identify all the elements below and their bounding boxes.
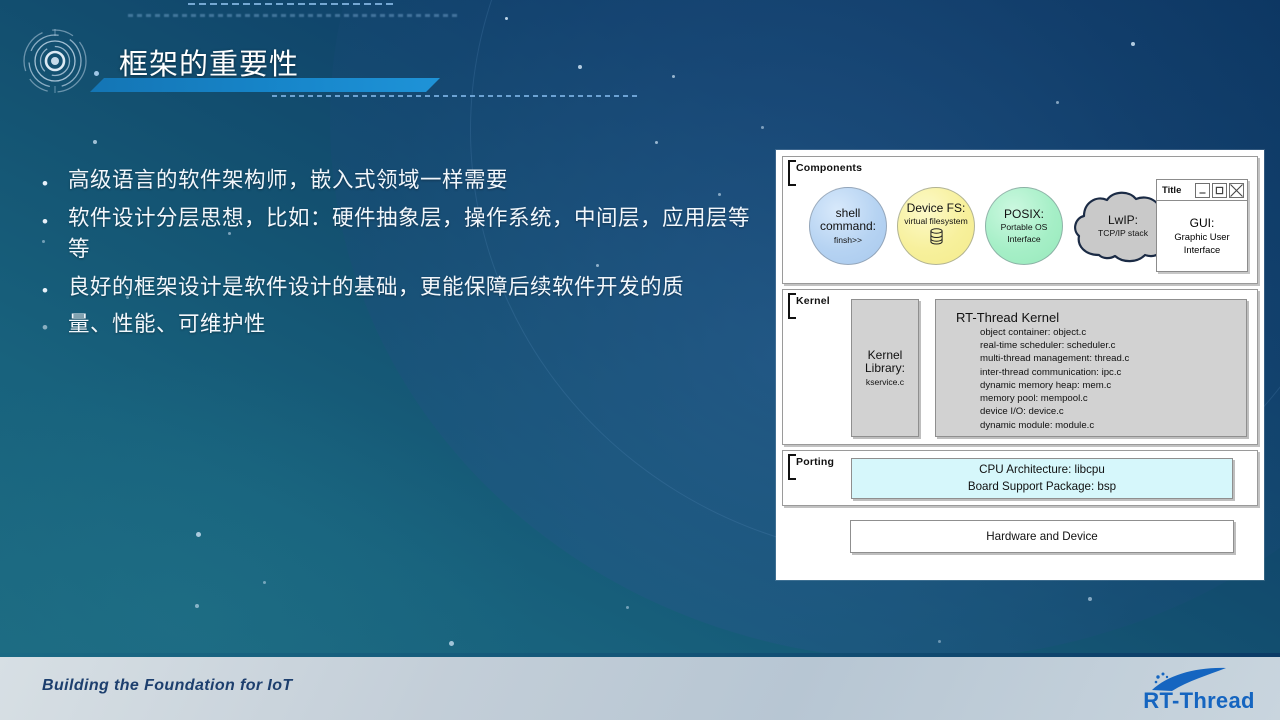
- bullet-list: • 高级语言的软件架构师，嵌入式领域一样需要 • 软件设计分层思想，比如：硬件抽…: [42, 165, 762, 347]
- architecture-diagram: Components shell command: finsh>> Device…: [776, 150, 1264, 580]
- porting-line-1: CPU Architecture: libcpu: [979, 462, 1105, 476]
- kernel-module-item: dynamic module: module.c: [980, 419, 1095, 431]
- components-section-label: Components: [796, 162, 863, 174]
- bullet-text: 良好的框架设计是软件设计的基础，更能保障后续软件开发的质: [68, 274, 685, 299]
- close-icon[interactable]: [1229, 182, 1244, 198]
- gui-window: Title GUI: Graphic User Interface: [1156, 179, 1248, 272]
- component-shell-title-1: shell: [835, 205, 861, 220]
- rt-thread-logo: RT-Thread: [1134, 665, 1264, 713]
- gui-window-title: Title: [1162, 184, 1182, 196]
- footer: Building the Foundation for IoT RT-Threa…: [0, 657, 1280, 720]
- header-accent-dot: [94, 71, 99, 76]
- bullet-text: 高级语言的软件架构师，嵌入式领域一样需要: [68, 168, 509, 192]
- list-item: • 量、性能、可维护性: [42, 309, 762, 341]
- bullet-marker: •: [42, 174, 48, 193]
- component-posix-title: POSIX:: [1003, 206, 1044, 221]
- porting-box: CPU Architecture: libcpu Board Support P…: [851, 458, 1233, 499]
- kernel-module-item: object container: object.c: [980, 327, 1087, 338]
- page-title: 框架的重要性: [119, 49, 300, 81]
- kernel-library-title-1: Kernel: [867, 347, 903, 362]
- kernel-library-title-2: Library:: [864, 361, 905, 376]
- list-item: • 软件设计分层思想，比如：硬件抽象层，操作系统，中间层，应用层等等: [42, 203, 762, 266]
- list-item: • 高级语言的软件架构师，嵌入式领域一样需要: [42, 165, 762, 197]
- kernel-main-box: RT-Thread Kernel object container: objec…: [935, 299, 1247, 437]
- concentric-target-icon: [22, 28, 88, 94]
- maximize-icon[interactable]: [1212, 182, 1227, 198]
- hardware-label: Hardware and Device: [986, 530, 1098, 543]
- kernel-module-item: real-time scheduler: scheduler.c: [980, 340, 1116, 352]
- list-item: • 良好的框架设计是软件设计的基础，更能保障后续软件开发的质: [42, 272, 762, 304]
- kernel-main-heading: RT-Thread Kernel: [956, 310, 1060, 325]
- rt-thread-wordmark: RT-Thread: [1143, 688, 1255, 713]
- gui-window-body: GUI: Graphic User Interface: [1157, 201, 1247, 271]
- gui-window-titlebar: Title: [1157, 180, 1247, 201]
- gui-body-sub-1: Graphic User: [1174, 231, 1230, 243]
- title-accent-banner: [90, 78, 440, 92]
- kernel-section-label: Kernel: [796, 295, 830, 307]
- kernel-library-sub: kservice.c: [865, 376, 905, 387]
- database-icon: [929, 228, 944, 250]
- component-lwip-sub: TCP/IP stack: [1098, 228, 1148, 239]
- kernel-module-item: device I/O: device.c: [980, 406, 1064, 418]
- component-shell: shell command: finsh>>: [809, 187, 887, 265]
- porting-line-2: Board Support Package: bsp: [967, 479, 1117, 493]
- hardware-box: Hardware and Device: [850, 520, 1234, 553]
- porting-section-label: Porting: [796, 456, 835, 468]
- header-dashed-line-secondary: [128, 14, 458, 17]
- gui-body-title: GUI:: [1189, 216, 1215, 230]
- bullet-marker: •: [42, 280, 48, 300]
- kernel-module-item: dynamic memory heap: mem.c: [980, 379, 1112, 391]
- kernel-module-item: multi-thread management: thread.c: [980, 353, 1130, 365]
- section-bracket-icon: [788, 293, 796, 319]
- component-device-fs: Device FS: virtual filesystem: [897, 187, 975, 265]
- kernel-module-item: inter-thread communication: ipc.c: [980, 366, 1122, 378]
- component-posix-sub-2: Interface: [1007, 233, 1041, 244]
- bullet-marker: •: [42, 318, 48, 338]
- component-device-fs-sub: virtual filesystem: [904, 216, 968, 227]
- porting-section: Porting CPU Architecture: libcpu Board S…: [782, 450, 1258, 506]
- kernel-section: Kernel Kernel Library: kservice.c RT-Thr…: [782, 289, 1258, 445]
- minimize-icon[interactable]: [1195, 182, 1210, 198]
- kernel-module-item: memory pool: mempool.c: [980, 393, 1088, 405]
- component-posix-sub-1: Portable OS: [1000, 222, 1048, 233]
- kernel-library-box: Kernel Library: kservice.c: [851, 299, 919, 437]
- bullet-text: 量、性能、可维护性: [68, 312, 267, 337]
- section-bracket-icon: [788, 160, 796, 186]
- section-bracket-icon: [788, 454, 796, 480]
- footer-tagline: Building the Foundation for IoT: [42, 677, 293, 694]
- components-section: Components shell command: finsh>> Device…: [782, 156, 1258, 284]
- component-shell-title-2: command:: [819, 219, 877, 234]
- component-device-fs-title: Device FS:: [906, 200, 966, 215]
- header-dashed-line-bottom: [272, 95, 637, 97]
- component-posix: POSIX: Portable OS Interface: [985, 187, 1063, 265]
- bullet-marker: •: [42, 211, 48, 231]
- slide-root: 框架的重要性 • 高级语言的软件架构师，嵌入式领域一样需要 • 软件设计分层思想…: [0, 0, 1280, 720]
- gui-body-sub-2: Interface: [1183, 243, 1221, 255]
- bullet-text: 软件设计分层思想，比如：硬件抽象层，操作系统，中间层，应用层等等: [68, 205, 751, 262]
- header-dashed-line-top: [188, 3, 393, 5]
- component-shell-sub: finsh>>: [833, 234, 863, 245]
- component-lwip-title: LwIP:: [1107, 212, 1138, 227]
